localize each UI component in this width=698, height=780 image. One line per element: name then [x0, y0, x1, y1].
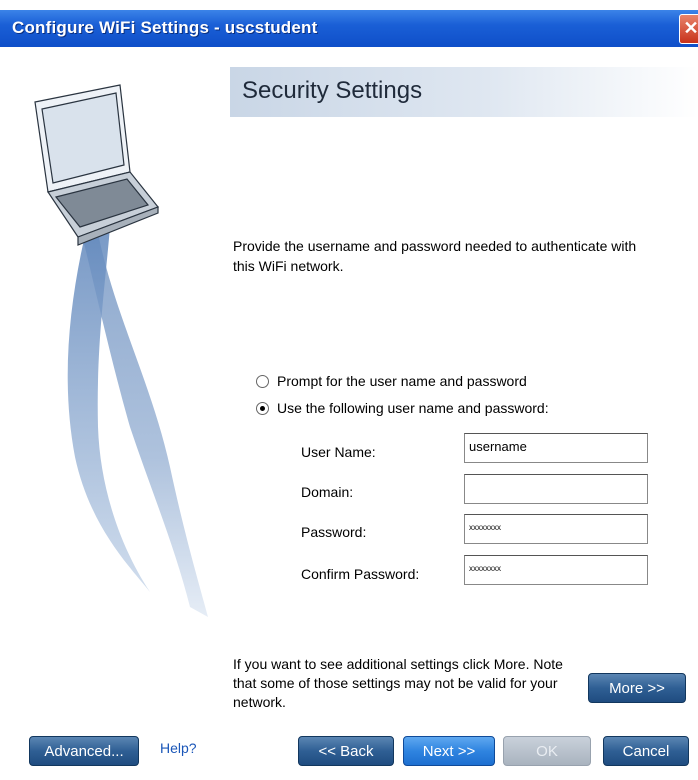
radio-button-icon[interactable] [256, 374, 269, 388]
top-strip [0, 0, 698, 10]
username-field[interactable]: username [464, 433, 648, 463]
radio-label: Use the following user name and password… [277, 400, 549, 416]
help-link[interactable]: Help? [160, 740, 197, 756]
close-button[interactable]: ✕ [679, 14, 698, 44]
laptop-icon [34, 84, 159, 246]
radio-prompt-credentials[interactable]: Prompt for the user name and password [256, 373, 527, 389]
page-title: Security Settings [242, 77, 423, 104]
more-button[interactable]: More >> [588, 673, 686, 703]
password-label: Password: [301, 524, 367, 540]
cancel-button[interactable]: Cancel [603, 736, 689, 766]
laptop-illustration [34, 84, 208, 617]
confirm-password-label: Confirm Password: [301, 566, 420, 582]
radio-button-selected-icon[interactable] [256, 401, 269, 415]
ok-button: OK [503, 736, 591, 766]
domain-label: Domain: [301, 484, 354, 500]
description-text: Provide the username and password needed… [233, 238, 637, 274]
more-settings-note: If you want to see additional settings c… [233, 656, 563, 710]
domain-field[interactable] [464, 474, 648, 504]
confirm-password-field[interactable]: xxxxxxxx [464, 555, 648, 585]
password-field[interactable]: xxxxxxxx [464, 514, 648, 544]
radio-label: Prompt for the user name and password [277, 373, 527, 389]
username-label: User Name: [301, 444, 376, 460]
back-button[interactable]: << Back [298, 736, 394, 766]
wireless-beam-icon [67, 217, 208, 617]
window-title: Configure WiFi Settings - uscstudent [12, 18, 318, 37]
title-bar: Configure WiFi Settings - uscstudent [0, 10, 698, 47]
next-button[interactable]: Next >> [403, 736, 495, 766]
advanced-button[interactable]: Advanced... [29, 736, 139, 766]
radio-use-credentials[interactable]: Use the following user name and password… [256, 400, 549, 416]
